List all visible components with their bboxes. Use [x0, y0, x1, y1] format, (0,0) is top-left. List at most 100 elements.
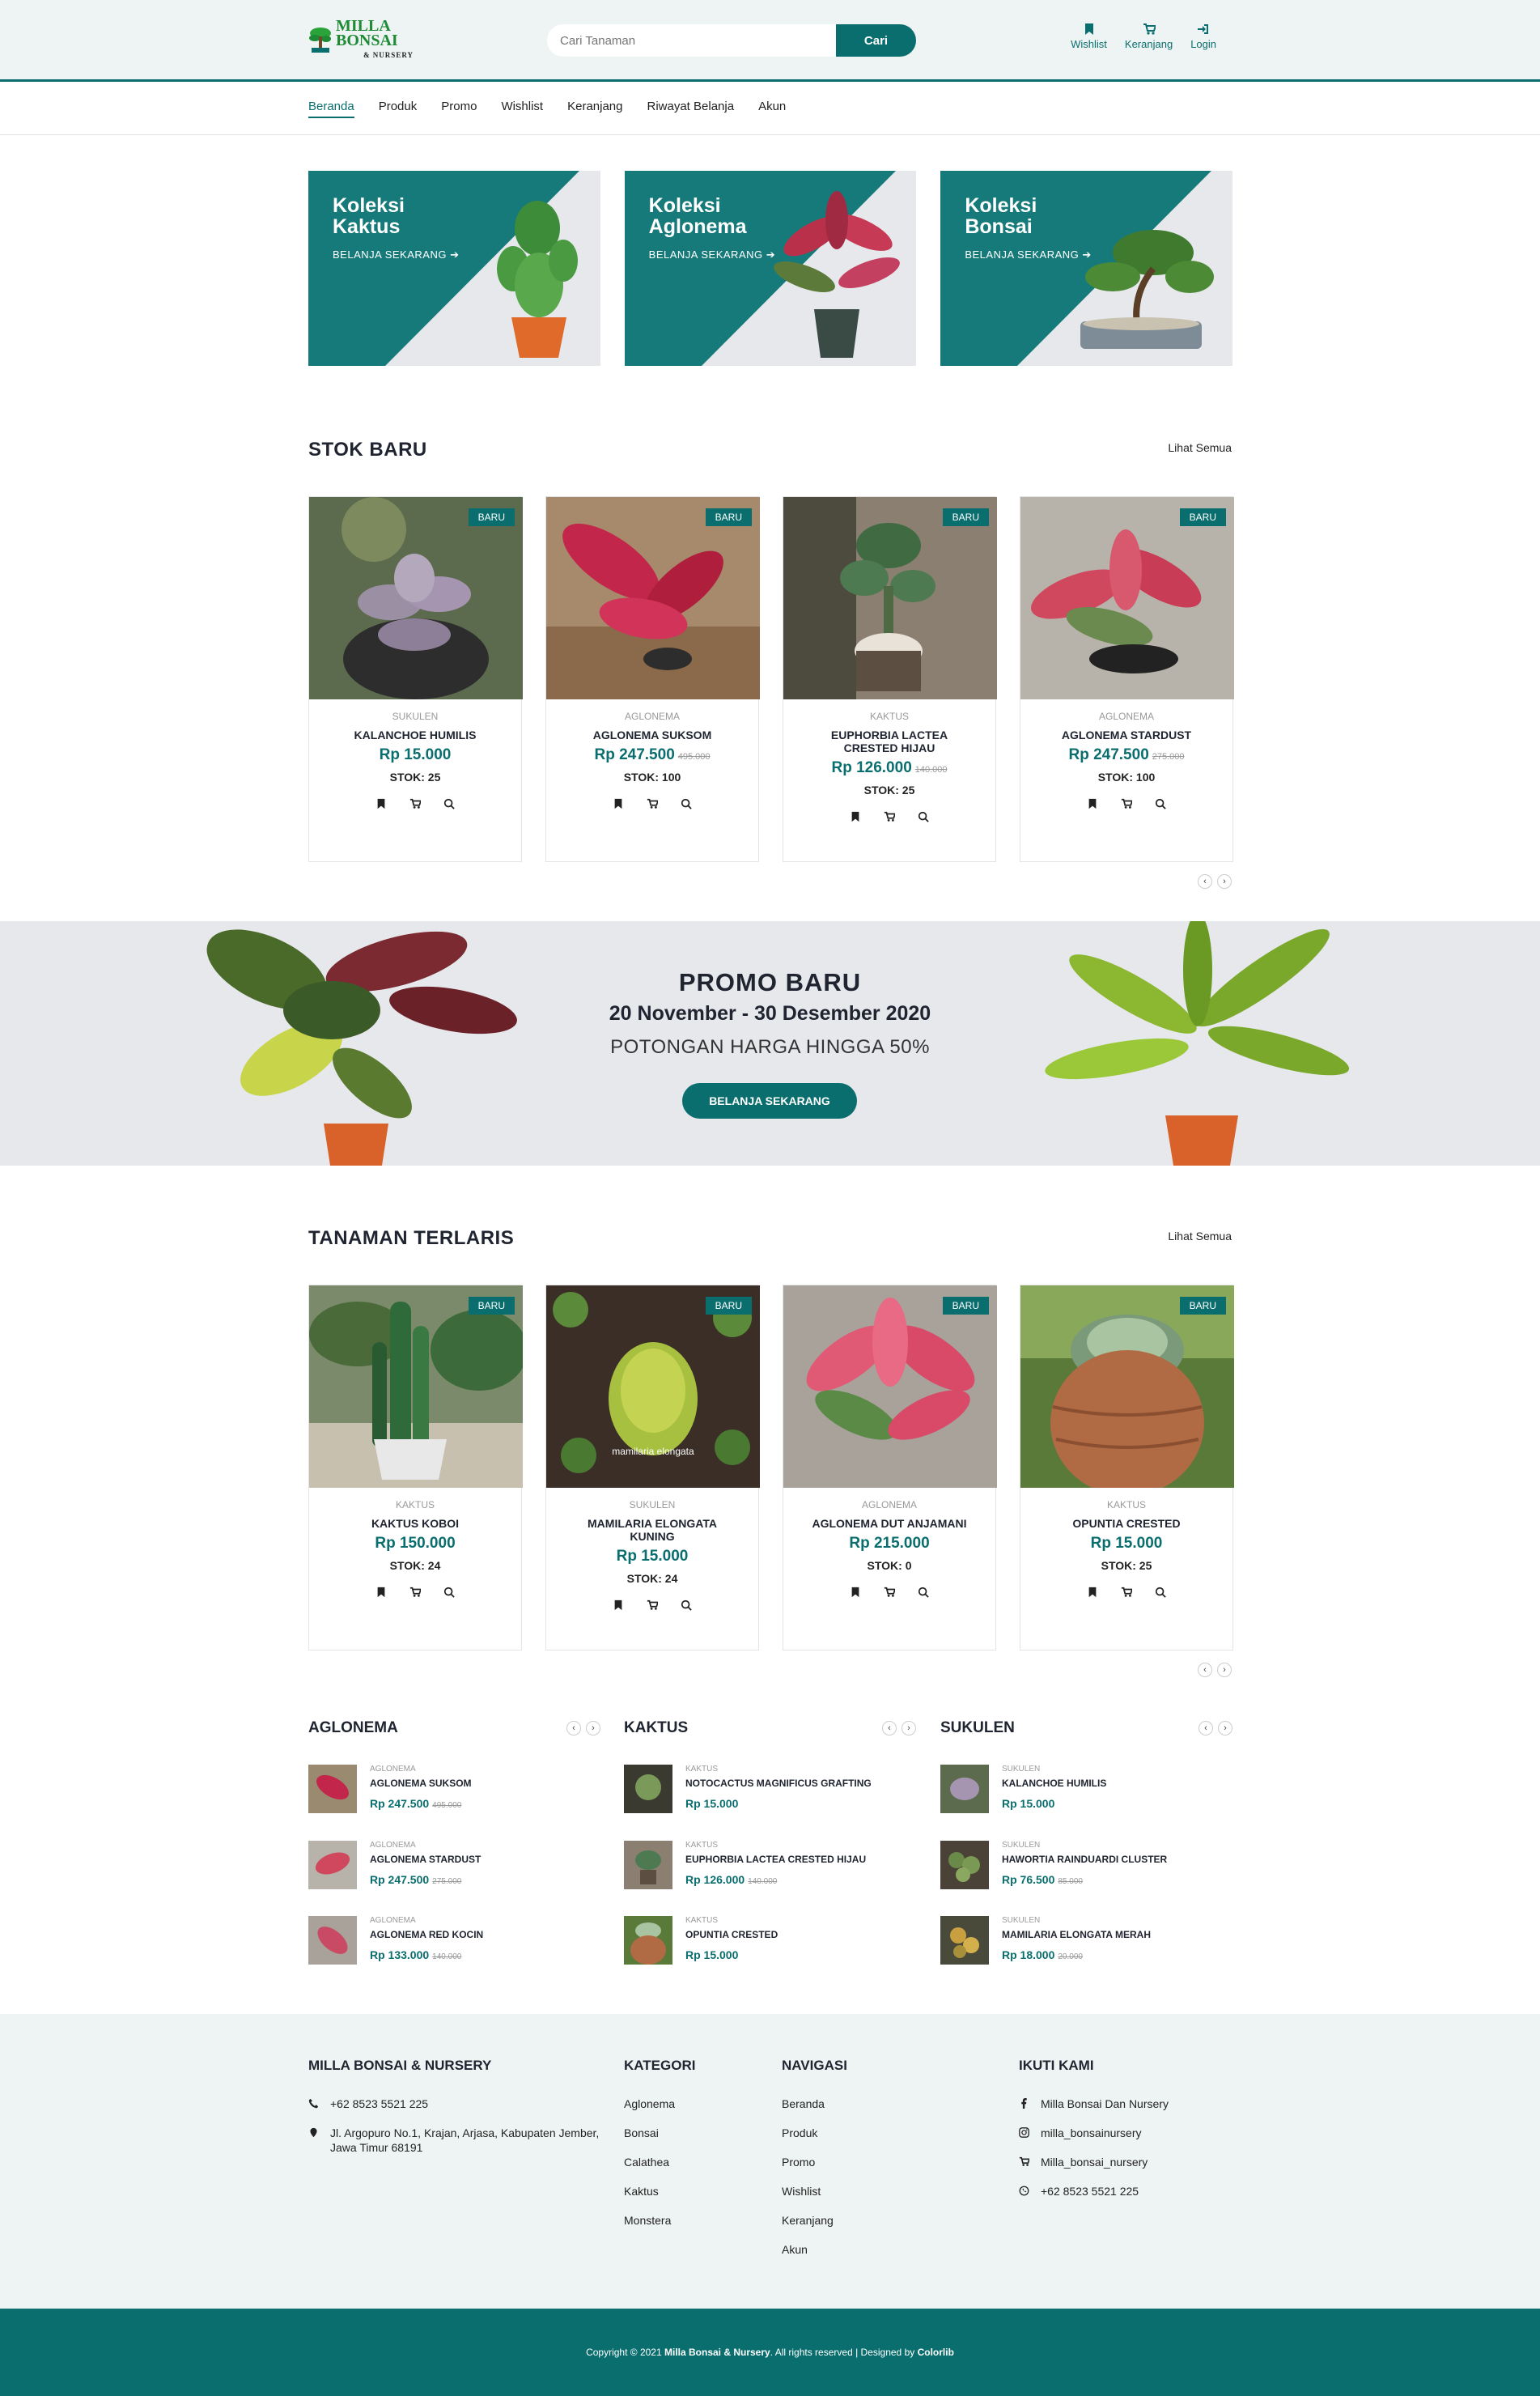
product-card[interactable]: BARU KAKTUS OPUNTIA CRESTED Rp 15.000 ST… [1020, 1285, 1234, 1650]
see-all-link[interactable]: Lihat Semua [1168, 441, 1232, 454]
prev-arrow-icon[interactable]: ‹ [1198, 1721, 1213, 1735]
mini-product[interactable]: AGLONEMA AGLONEMA SUKSOM Rp 247.500 495.0… [308, 1765, 600, 1813]
footer-link[interactable]: Akun [782, 2242, 847, 2257]
footer-link[interactable]: Kaktus [624, 2184, 695, 2198]
product-image[interactable]: BARU [1020, 1285, 1234, 1488]
footer-link[interactable]: Promo [782, 2155, 847, 2169]
nav-item-wishlist[interactable]: Wishlist [501, 100, 543, 118]
banner-bonsai[interactable]: Koleksi Bonsai BELANJA SEKARANG ➔ [940, 171, 1233, 366]
mini-product[interactable]: KAKTUS OPUNTIA CRESTED Rp 15.000 [624, 1916, 916, 1965]
zoom-icon[interactable] [681, 798, 692, 809]
footer-link[interactable]: Calathea [624, 2155, 695, 2169]
nav-item-riwayat-belanja[interactable]: Riwayat Belanja [647, 100, 735, 118]
cart-icon[interactable] [409, 1587, 421, 1598]
bookmark-icon[interactable] [850, 811, 861, 822]
product-image[interactable]: BARU [783, 497, 997, 699]
next-arrow-icon[interactable]: › [1218, 1721, 1232, 1735]
prev-arrow-icon[interactable]: ‹ [882, 1721, 897, 1735]
social-facebook[interactable]: Milla Bonsai Dan Nursery [1019, 2096, 1169, 2111]
cart-icon[interactable] [884, 1587, 895, 1598]
product-name[interactable]: OPUNTIA CRESTED [1042, 1517, 1211, 1530]
nav-item-produk[interactable]: Produk [379, 100, 418, 118]
product-card[interactable]: BARU AGLONEMA AGLONEMA DUT ANJAMANI Rp 2… [783, 1285, 997, 1650]
next-arrow-icon[interactable]: › [902, 1721, 916, 1735]
copyright-designer-link[interactable]: Colorlib [918, 2347, 954, 2358]
bookmark-icon[interactable] [850, 1587, 861, 1598]
footer-link[interactable]: Wishlist [782, 2184, 847, 2198]
footer-link[interactable]: Produk [782, 2126, 847, 2140]
nav-item-beranda[interactable]: Beranda [308, 100, 354, 118]
product-name[interactable]: AGLONEMA STARDUST [1042, 729, 1211, 741]
bookmark-icon[interactable] [375, 798, 387, 809]
mini-product[interactable]: AGLONEMA AGLONEMA STARDUST Rp 247.500 275… [308, 1841, 600, 1889]
product-image[interactable]: BARU [783, 1285, 997, 1488]
bookmark-icon[interactable] [375, 1587, 387, 1598]
footer-link[interactable]: Bonsai [624, 2126, 695, 2140]
zoom-icon[interactable] [443, 798, 455, 809]
prev-arrow-icon[interactable]: ‹ [1198, 1663, 1212, 1677]
search-button[interactable]: Cari [836, 24, 916, 57]
promo-shop-button[interactable]: BELANJA SEKARANG [682, 1083, 857, 1119]
cart-icon[interactable] [884, 811, 895, 822]
product-name[interactable]: KAKTUS KOBOI [330, 1517, 500, 1530]
product-image[interactable]: BARU [1020, 497, 1234, 699]
wishlist-link[interactable]: Wishlist [1071, 23, 1107, 50]
product-image[interactable]: BARU [309, 1285, 523, 1488]
product-image[interactable]: BARU [546, 497, 760, 699]
zoom-icon[interactable] [918, 1587, 929, 1598]
mini-product[interactable]: SUKULEN HAWORTIA RAINDUARDI CLUSTER Rp 7… [940, 1841, 1232, 1889]
product-card[interactable]: BARU AGLONEMA AGLONEMA SUKSOM Rp 247.500… [545, 496, 760, 862]
mini-product[interactable]: AGLONEMA AGLONEMA RED KOCIN Rp 133.000 14… [308, 1916, 600, 1965]
product-name[interactable]: AGLONEMA SUKSOM [567, 729, 737, 741]
copyright-brand[interactable]: Milla Bonsai & Nursery [664, 2347, 770, 2358]
bookmark-icon[interactable] [613, 798, 624, 809]
product-card[interactable]: BARU mamilaria elongata SUKULEN MAMILARI… [545, 1285, 760, 1650]
mini-product[interactable]: KAKTUS EUPHORBIA LACTEA CRESTED HIJAU Rp… [624, 1841, 916, 1889]
product-name[interactable]: EUPHORBIA LACTEA CRESTED HIJAU [804, 729, 974, 754]
zoom-icon[interactable] [918, 811, 929, 822]
product-image[interactable]: BARU mamilaria elongata [546, 1285, 760, 1488]
cart-icon[interactable] [1121, 798, 1132, 809]
product-name[interactable]: KALANCHOE HUMILIS [330, 729, 500, 741]
zoom-icon[interactable] [443, 1587, 455, 1598]
cart-icon[interactable] [1121, 1587, 1132, 1598]
banner-cta[interactable]: BELANJA SEKARANG ➔ [649, 249, 775, 261]
product-name[interactable]: MAMILARIA ELONGATA KUNING [567, 1517, 737, 1543]
footer-link[interactable]: Aglonema [624, 2096, 695, 2111]
mini-product[interactable]: KAKTUS NOTOCACTUS MAGNIFICUS GRAFTING Rp… [624, 1765, 916, 1813]
footer-link[interactable]: Keranjang [782, 2213, 847, 2228]
nav-item-promo[interactable]: Promo [441, 100, 477, 118]
zoom-icon[interactable] [681, 1599, 692, 1611]
product-image[interactable]: BARU [309, 497, 523, 699]
next-arrow-icon[interactable]: › [586, 1721, 600, 1735]
mini-product[interactable]: SUKULEN MAMILARIA ELONGATA MERAH Rp 18.0… [940, 1916, 1232, 1965]
zoom-icon[interactable] [1155, 1587, 1166, 1598]
cart-icon[interactable] [647, 798, 658, 809]
zoom-icon[interactable] [1155, 798, 1166, 809]
social-whatsapp[interactable]: +62 8523 5521 225 [1019, 2184, 1169, 2198]
cart-link[interactable]: Keranjang [1125, 23, 1173, 50]
footer-link[interactable]: Beranda [782, 2096, 847, 2111]
product-card[interactable]: BARU SUKULEN KALANCHOE HUMILIS Rp 15.000… [308, 496, 523, 862]
nav-item-akun[interactable]: Akun [758, 100, 786, 118]
cart-icon[interactable] [409, 798, 421, 809]
banner-aglonema[interactable]: Koleksi Aglonema BELANJA SEKARANG ➔ [624, 171, 917, 366]
footer-link[interactable]: Monstera [624, 2213, 695, 2228]
social-instagram[interactable]: milla_bonsainursery [1019, 2126, 1169, 2140]
bookmark-icon[interactable] [1087, 798, 1098, 809]
bookmark-icon[interactable] [1087, 1587, 1098, 1598]
banner-kaktus[interactable]: Koleksi Kaktus BELANJA SEKARANG ➔ [308, 171, 600, 366]
search-input[interactable] [547, 24, 836, 57]
login-link[interactable]: Login [1190, 23, 1216, 50]
banner-cta[interactable]: BELANJA SEKARANG ➔ [965, 249, 1091, 261]
site-logo[interactable]: MILLA BONSAI & NURSERY [308, 18, 414, 59]
product-card[interactable]: BARU AGLONEMA AGLONEMA STARDUST Rp 247.5… [1020, 496, 1234, 862]
see-all-link[interactable]: Lihat Semua [1168, 1230, 1232, 1243]
banner-cta[interactable]: BELANJA SEKARANG ➔ [333, 249, 459, 261]
bookmark-icon[interactable] [613, 1599, 624, 1611]
prev-arrow-icon[interactable]: ‹ [566, 1721, 581, 1735]
nav-item-keranjang[interactable]: Keranjang [567, 100, 622, 118]
next-arrow-icon[interactable]: › [1217, 1663, 1232, 1677]
mini-product[interactable]: SUKULEN KALANCHOE HUMILIS Rp 15.000 [940, 1765, 1232, 1813]
social-shop[interactable]: Milla_bonsai_nursery [1019, 2155, 1169, 2169]
